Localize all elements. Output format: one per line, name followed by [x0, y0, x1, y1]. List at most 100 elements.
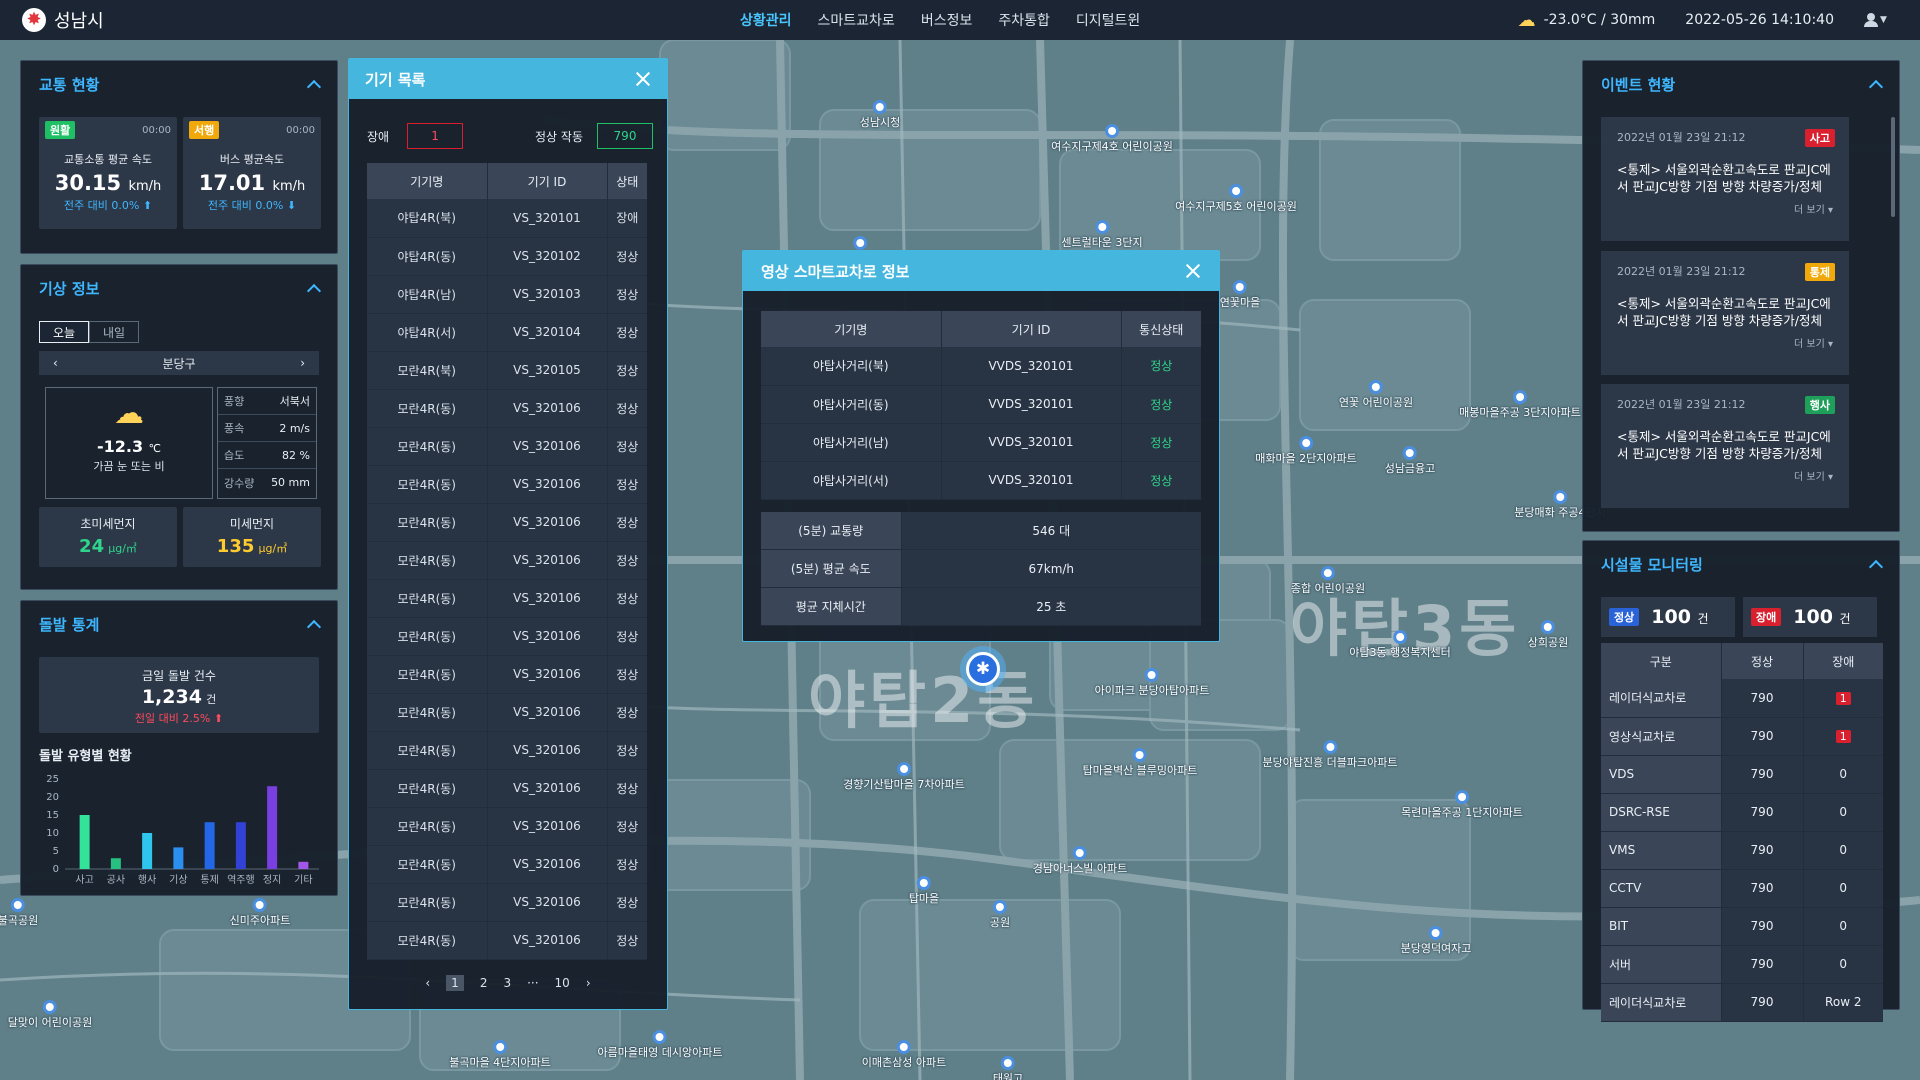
table-row[interactable]: 야탑사거리(남) VVDS_320101 정상: [761, 423, 1201, 462]
map-place[interactable]: 성남시청: [860, 100, 900, 129]
bar-통제[interactable]: [204, 822, 215, 869]
bar-정지[interactable]: [267, 786, 278, 869]
table-row[interactable]: 모란4R(동) VS_320106 정상: [367, 693, 647, 732]
bar-사고[interactable]: [79, 815, 90, 869]
table-row[interactable]: 모란4R(북) VS_320105 정상: [367, 351, 647, 390]
nav-digital-twin[interactable]: 디지털트윈: [1076, 10, 1140, 30]
map-place[interactable]: 경향기산탑마을 7차아파트: [843, 762, 965, 791]
page-2[interactable]: 2: [480, 976, 488, 990]
table-row[interactable]: 모란4R(동) VS_320106 정상: [367, 617, 647, 656]
table-row[interactable]: 모란4R(동) VS_320106 정상: [367, 655, 647, 694]
bar-기상[interactable]: [173, 847, 184, 869]
table-row[interactable]: 모란4R(동) VS_320106 정상: [367, 503, 647, 542]
bar-역주행[interactable]: [235, 822, 246, 869]
map-place[interactable]: 분당야탑진흥 더블파크아파트: [1262, 740, 1398, 769]
table-row[interactable]: 레이더식교차로 790 1: [1601, 679, 1883, 718]
collapse-chevron-icon[interactable]: [1868, 559, 1884, 575]
event-card[interactable]: 2022년 01월 23일 21:12 행사 <통제> 서울외곽순환고속도로 판교J…: [1601, 384, 1849, 508]
map-place[interactable]: 상희공원: [1528, 620, 1568, 649]
table-row[interactable]: 야탑사거리(동) VVDS_320101 정상: [761, 385, 1201, 424]
collapse-chevron-icon[interactable]: [306, 283, 322, 299]
table-row[interactable]: 레이더식교차로 790 Row 2: [1601, 983, 1883, 1022]
table-row[interactable]: VDS 790 0: [1601, 755, 1883, 794]
table-row[interactable]: DSRC-RSE 790 0: [1601, 793, 1883, 832]
close-icon[interactable]: [1185, 263, 1201, 279]
map-place[interactable]: 성남금융고: [1385, 446, 1435, 475]
nav-parking[interactable]: 주차통합: [998, 10, 1050, 30]
prev-region-icon[interactable]: ‹: [53, 356, 58, 370]
table-row[interactable]: 야탑사거리(북) VVDS_320101 정상: [761, 347, 1201, 386]
map-place[interactable]: 연꽃 어린이공원: [1339, 380, 1413, 409]
collapse-chevron-icon[interactable]: [306, 619, 322, 635]
table-row[interactable]: 모란4R(동) VS_320106 정상: [367, 845, 647, 884]
table-row[interactable]: 모란4R(동) VS_320106 정상: [367, 807, 647, 846]
bar-공사[interactable]: [110, 858, 121, 869]
map-place[interactable]: 분당영덕여자고: [1401, 926, 1471, 955]
tab-tomorrow[interactable]: 내일: [89, 321, 139, 343]
page-1[interactable]: 1: [446, 975, 464, 991]
more-link[interactable]: 더 보기 ▾: [1617, 468, 1833, 483]
table-row[interactable]: BIT 790 0: [1601, 907, 1883, 946]
table-row[interactable]: 야탑4R(동) VS_320102 정상: [367, 237, 647, 276]
next-region-icon[interactable]: ›: [300, 356, 305, 370]
brand-logo[interactable]: ✸ 성남시: [22, 7, 162, 33]
tab-today[interactable]: 오늘: [39, 321, 89, 343]
page-3[interactable]: 3: [503, 976, 511, 990]
map-place[interactable]: 공원: [990, 900, 1010, 929]
table-row[interactable]: 야탑4R(서) VS_320104 정상: [367, 313, 647, 352]
map-place[interactable]: 매봉마을주공 3단지아파트: [1459, 390, 1581, 419]
event-card[interactable]: 2022년 01월 23일 21:12 통제 <통제> 서울외곽순환고속도로 판교J…: [1601, 251, 1849, 375]
table-row[interactable]: VMS 790 0: [1601, 831, 1883, 870]
table-row[interactable]: 모란4R(동) VS_320106 정상: [367, 921, 647, 960]
map-place[interactable]: 여수지구제4호 어린이공원: [1051, 124, 1173, 153]
map-place[interactable]: 센트럴타운 3단지: [1061, 220, 1143, 249]
page-10[interactable]: 10: [555, 976, 570, 990]
table-row[interactable]: 야탑사거리(서) VVDS_320101 정상: [761, 461, 1201, 500]
table-row[interactable]: 모란4R(동) VS_320106 정상: [367, 427, 647, 466]
map-place[interactable]: 탑마을벽산 블루밍아파트: [1083, 748, 1197, 777]
map-place[interactable]: 연꽃마을: [1220, 280, 1260, 309]
map-place[interactable]: 불곡공원: [0, 898, 38, 927]
map-place[interactable]: 태원고: [993, 1056, 1023, 1080]
table-row[interactable]: 모란4R(동) VS_320106 정상: [367, 731, 647, 770]
scrollbar[interactable]: [1891, 117, 1895, 217]
collapse-chevron-icon[interactable]: [306, 79, 322, 95]
map-place[interactable]: 불곡마을 4단지아파트: [449, 1040, 551, 1069]
map-place[interactable]: 달맞이 어린이공원: [8, 1000, 92, 1029]
map-place[interactable]: 아름마을태영 데시앙아파트: [598, 1030, 722, 1059]
map-place[interactable]: 경남아너스빌 아파트: [1033, 846, 1127, 875]
table-row[interactable]: 모란4R(동) VS_320106 정상: [367, 769, 647, 808]
map-place[interactable]: 이매촌삼성 아파트: [862, 1040, 946, 1069]
more-link[interactable]: 더 보기 ▾: [1617, 201, 1833, 216]
collapse-chevron-icon[interactable]: [1868, 79, 1884, 95]
prev-page-icon[interactable]: ‹: [425, 976, 430, 990]
map-place[interactable]: 종합 어린이공원: [1291, 566, 1365, 595]
nav-smart-intersection[interactable]: 스마트교차로: [818, 10, 895, 30]
bar-기타[interactable]: [298, 861, 309, 869]
event-card[interactable]: 2022년 01월 23일 21:12 사고 <통제> 서울외곽순환고속도로 판교J…: [1601, 117, 1849, 241]
nav-bus-info[interactable]: 버스정보: [921, 10, 973, 30]
close-icon[interactable]: [635, 71, 651, 87]
map-place[interactable]: 탑마을: [909, 876, 939, 905]
table-row[interactable]: 서버 790 0: [1601, 945, 1883, 984]
table-row[interactable]: 영상식교차로 790 1: [1601, 717, 1883, 756]
table-row[interactable]: CCTV 790 0: [1601, 869, 1883, 908]
map-place[interactable]: 여수지구제5호 어린이공원: [1175, 184, 1297, 213]
table-row[interactable]: 모란4R(동) VS_320106 정상: [367, 579, 647, 618]
region-selector[interactable]: ‹ 분당구 ›: [39, 351, 319, 375]
table-row[interactable]: 모란4R(동) VS_320106 정상: [367, 465, 647, 504]
intersection-marker-icon[interactable]: ✱: [966, 652, 1000, 686]
table-row[interactable]: 모란4R(동) VS_320106 정상: [367, 389, 647, 428]
map-place[interactable]: 목련마을주공 1단지아파트: [1401, 790, 1523, 819]
table-row[interactable]: 야탑4R(북) VS_320101 장애: [367, 199, 647, 238]
nav-situation[interactable]: 상황관리: [740, 10, 792, 30]
map-place[interactable]: 아이파크 분당아탑아파트: [1095, 668, 1209, 697]
bar-행사[interactable]: [142, 833, 153, 869]
table-row[interactable]: 야탑4R(남) VS_320103 정상: [367, 275, 647, 314]
map-place[interactable]: 신미주아파트: [230, 898, 290, 927]
user-menu-icon[interactable]: ▼: [1864, 13, 1898, 27]
map-place[interactable]: 야탑3동 행정복지센터: [1349, 630, 1451, 659]
table-row[interactable]: 모란4R(동) VS_320106 정상: [367, 883, 647, 922]
map-place[interactable]: 매화마을 2단지아파트: [1255, 436, 1357, 465]
next-page-icon[interactable]: ›: [586, 976, 591, 990]
